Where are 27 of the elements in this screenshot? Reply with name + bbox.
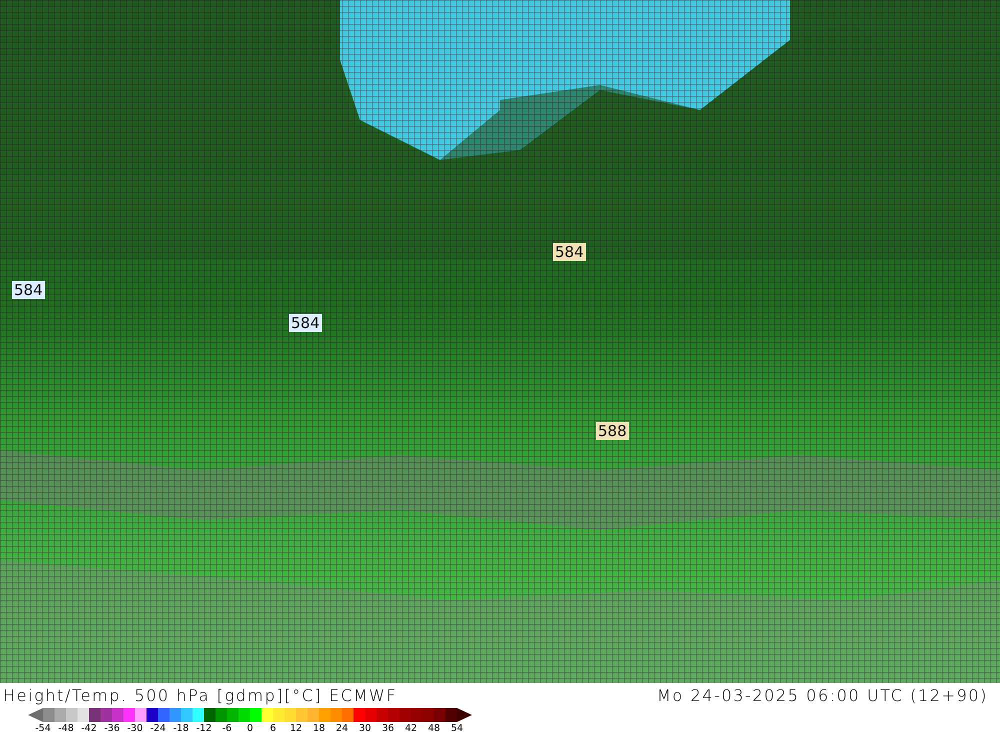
scale-tick-label: 36 bbox=[382, 723, 394, 733]
contour-label: 588 bbox=[596, 422, 629, 440]
scale-tick-label: -24 bbox=[150, 723, 166, 733]
scale-tick-label: -36 bbox=[104, 723, 120, 733]
scale-tick-label: 24 bbox=[336, 723, 348, 733]
scale-tick-label: -30 bbox=[127, 723, 143, 733]
scale-tick-label: 54 bbox=[450, 723, 464, 733]
left-arrow-icon bbox=[28, 708, 43, 722]
scale-tick-label: 6 bbox=[270, 723, 276, 733]
scale-tick-label: 48 bbox=[428, 723, 440, 733]
scale-tick-label: -42 bbox=[81, 723, 97, 733]
right-arrow-icon bbox=[457, 708, 472, 722]
contour-label: 584 bbox=[12, 281, 45, 299]
contour-label: 584 bbox=[553, 243, 586, 261]
chart-title: Height/Temp. 500 hPa [gdmp][°C] ECMWF bbox=[3, 686, 398, 704]
scale-tick-label: -6 bbox=[222, 723, 232, 733]
scale-tick-label: 12 bbox=[290, 723, 302, 733]
contour-label: 584 bbox=[289, 314, 322, 332]
scale-tick-label: -54 bbox=[35, 723, 51, 733]
scale-tick-label: -12 bbox=[196, 723, 212, 733]
scale-tick-label: -18 bbox=[173, 723, 189, 733]
scale-tick-label: 42 bbox=[404, 723, 418, 733]
valid-time: Mo 24-03-2025 06:00 UTC (12+90) bbox=[657, 686, 988, 704]
scale-tick-label: 30 bbox=[358, 723, 372, 733]
scale-tick-label: 18 bbox=[312, 723, 326, 733]
scale-tick-label: 0 bbox=[246, 723, 254, 733]
scale-tick-label: -48 bbox=[58, 723, 74, 733]
